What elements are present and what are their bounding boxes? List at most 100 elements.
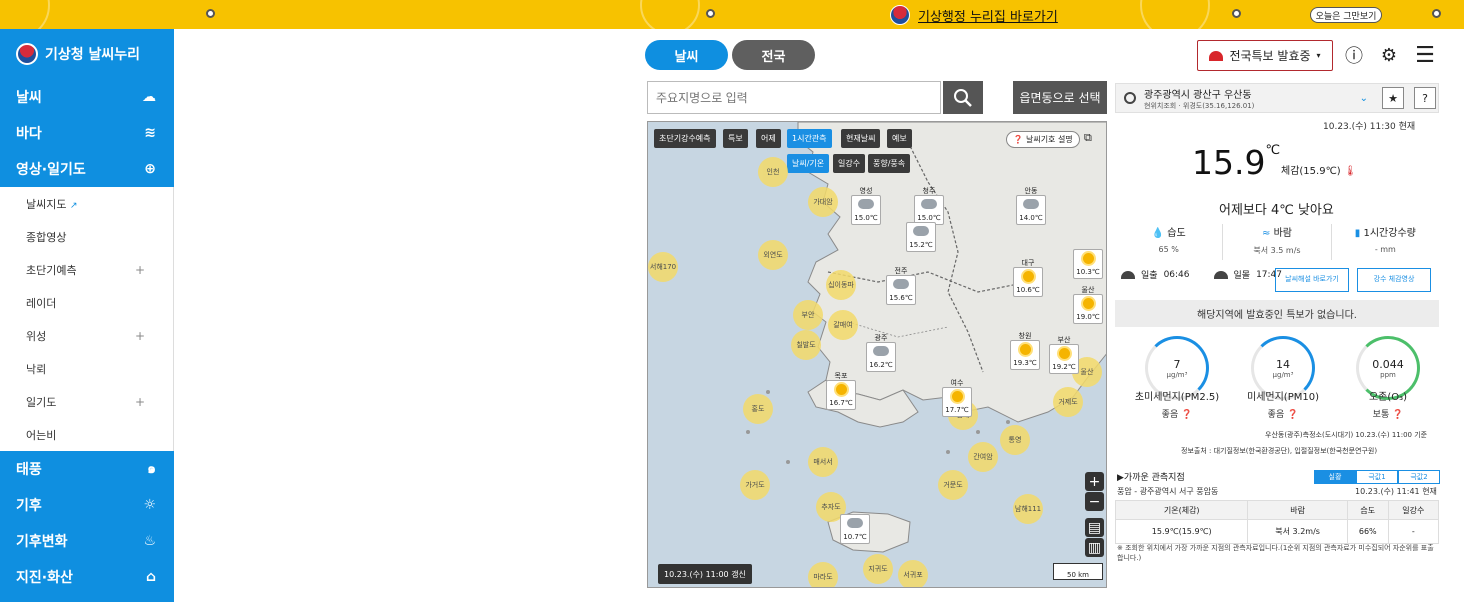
obs-bubble[interactable]: 간여암 [968, 442, 998, 472]
weather-card[interactable]: 창원 19.3℃ [1010, 332, 1040, 370]
legend-button[interactable]: ❓ 날씨기호 설명 [1006, 131, 1080, 148]
tab-current-obs[interactable]: 실황 [1314, 470, 1356, 484]
submenu-lightning[interactable]: 낙뢰 [0, 352, 173, 385]
weather-card[interactable]: 15.2℃ [906, 222, 936, 252]
obs-bubble[interactable]: 거제도 [1053, 387, 1083, 417]
sidebar-item-earthquake[interactable]: 지진·화산 ⌂ [0, 559, 174, 595]
obs-bubble[interactable]: 거문도 [938, 470, 968, 500]
chip-forecast[interactable]: 예보 [887, 129, 912, 148]
weather-card[interactable]: 여수 17.7℃ [942, 379, 972, 417]
weather-card[interactable]: 대구 10.6℃ [1013, 259, 1043, 297]
site-logo[interactable]: 기상청 날씨누리 [0, 29, 174, 79]
chip-hourly-obs[interactable]: 1시간관측 [787, 129, 832, 148]
favorite-star-button[interactable]: ★ [1382, 87, 1404, 109]
tab-extreme1[interactable]: 극값1 [1356, 470, 1398, 484]
obs-bubble[interactable]: 부안 [793, 300, 823, 330]
weather-card[interactable]: 영성 15.0℃ [851, 187, 881, 225]
hamburger-menu-icon[interactable]: ☰ [1415, 43, 1435, 68]
submenu-composite[interactable]: 종합영상 [0, 220, 173, 253]
chip-nowcast[interactable]: 초단기강수예측 [654, 129, 716, 148]
obs-bubble[interactable]: 인천 [758, 157, 788, 187]
obs-bubble[interactable]: 외연도 [758, 240, 788, 270]
chip-wind[interactable]: 풍향/풍속 [868, 154, 911, 173]
weather-commentary-button[interactable]: 날씨해설 바로가기 [1275, 268, 1349, 292]
sidebar-item-imagery[interactable]: 영상·일기도 ⊕ [0, 151, 174, 187]
chip-yesterday[interactable]: 어제 [756, 129, 781, 148]
plus-icon: + [1088, 473, 1101, 490]
sidebar-item-climate-change[interactable]: 기후변화 ♨ [0, 523, 174, 559]
weather-card[interactable]: 부산 19.2℃ [1049, 336, 1079, 374]
target-icon[interactable] [1124, 92, 1136, 104]
nationwide-warning-button[interactable]: 전국특보 발효중 ▾ [1197, 40, 1333, 71]
external-link-icon[interactable]: ⧉ [1084, 131, 1092, 145]
submenu-satellite[interactable]: 위성 + [0, 319, 173, 352]
station-temp: 19.2℃ [1052, 363, 1076, 371]
layer-button[interactable]: ▤ [1085, 518, 1104, 537]
submenu-radar[interactable]: 레이더 [0, 286, 173, 319]
obs-bubble[interactable]: 가대암 [808, 187, 838, 217]
weather-card[interactable]: 청주 15.0℃ [914, 187, 944, 225]
chevron-down-icon[interactable]: ⌄ [1360, 93, 1368, 104]
submenu-nowcast[interactable]: 초단기예측 + [0, 253, 173, 286]
ruler-button[interactable]: ▥ [1085, 538, 1104, 557]
weather-card[interactable]: 안동 14.0℃ [1016, 187, 1046, 225]
zoom-in-button[interactable]: + [1085, 472, 1104, 491]
stat-rain: ▮ 1시간강수량 - mm [1332, 224, 1439, 260]
current-time: 10.23.(수) 11:30 현재 [1323, 122, 1416, 132]
sidebar-item-weather[interactable]: 날씨 ☁ [0, 79, 174, 115]
info-icon[interactable]: ❓ [1181, 410, 1192, 420]
obs-bubble[interactable]: 서해170 [648, 252, 678, 282]
table-row: 15.9℃(15.9℃) 북서 3.2m/s 66% - [1114, 519, 1440, 544]
info-icon[interactable]: ❓ [1287, 410, 1298, 420]
search-button[interactable] [943, 81, 983, 114]
table-cell: 66% [1346, 519, 1389, 544]
submenu-weather-chart[interactable]: 일기도 + [0, 385, 173, 418]
search-input[interactable] [647, 81, 941, 114]
chip-weather-temp[interactable]: 날씨/기온 [787, 154, 830, 173]
info-icon[interactable]: ⓘ [1344, 45, 1364, 67]
gear-icon[interactable]: ⚙ [1379, 45, 1399, 66]
close-today-button[interactable]: 오늘은 그만보기 [1310, 7, 1382, 23]
weather-card[interactable]: 10.3℃ [1073, 249, 1103, 279]
obs-bubble[interactable]: 가거도 [740, 470, 770, 500]
station-temp: 15.0℃ [917, 214, 941, 222]
gov-site-link[interactable]: 기상행정 누리집 바로가기 [890, 4, 1058, 26]
weather-card[interactable]: 전주 15.6℃ [886, 267, 916, 305]
gov-link-text[interactable]: 기상행정 누리집 바로가기 [918, 6, 1058, 25]
rain-video-button[interactable]: 강수 체감영상 [1357, 268, 1431, 292]
weather-card[interactable]: 목포 16.7℃ [826, 372, 856, 410]
region-select-button[interactable]: 읍면동으로 선택 [1013, 81, 1107, 114]
weather-map[interactable]: 초단기강수예측 특보 어제 1시간관측 현재날씨 예보 날씨/기온 일강수 풍향… [647, 121, 1107, 588]
chip-current-weather[interactable]: 현재날씨 [841, 129, 881, 148]
obs-bubble[interactable]: 통영 [1000, 425, 1030, 455]
obs-bubble[interactable]: 갈매여 [828, 310, 858, 340]
chip-daily-rain[interactable]: 일강수 [833, 154, 866, 173]
sidebar-item-sea[interactable]: 바다 ≋ [0, 115, 174, 151]
obs-bubble[interactable]: 마라도 [808, 562, 838, 587]
caret-down-icon: ▾ [1316, 51, 1321, 60]
obs-bubble[interactable]: 남해111 [1013, 494, 1043, 524]
obs-bubble[interactable]: 지귀도 [863, 554, 893, 584]
sidebar-item-label: 기후 [16, 498, 42, 514]
weather-card[interactable]: 10.7℃ [840, 514, 870, 544]
obs-bubble[interactable]: 십이동파 [826, 270, 856, 300]
banner-decoration [1140, 0, 1210, 29]
zoom-out-button[interactable]: − [1085, 492, 1104, 511]
tab-nationwide[interactable]: 전국 [732, 40, 815, 70]
obs-bubble[interactable]: 칠발도 [791, 330, 821, 360]
tab-weather[interactable]: 날씨 [645, 40, 728, 70]
sidebar-item-typhoon[interactable]: 태풍 ๑ [0, 451, 174, 487]
weather-card[interactable]: 광주 16.2℃ [866, 334, 896, 372]
obs-bubble[interactable]: 매서서 [808, 447, 838, 477]
weather-card[interactable]: 울산 19.0℃ [1073, 286, 1103, 324]
obs-bubble[interactable]: 홍도 [743, 394, 773, 424]
obs-bubble[interactable]: 서귀포 [898, 560, 928, 587]
chip-warning[interactable]: 특보 [723, 129, 748, 148]
help-button[interactable]: ? [1414, 87, 1436, 109]
sidebar-item-climate[interactable]: 기후 ☼ [0, 487, 174, 523]
submenu-freezing-rain[interactable]: 어는비 [0, 418, 173, 451]
submenu-weather-map[interactable]: 날씨지도 ↗ [0, 187, 173, 220]
location-text[interactable]: 광주광역시 광산구 우산동 현위치조회 · 위경도(35.16,126.01) [1144, 86, 1352, 111]
tab-extreme2[interactable]: 극값2 [1398, 470, 1440, 484]
info-icon[interactable]: ❓ [1392, 410, 1403, 420]
